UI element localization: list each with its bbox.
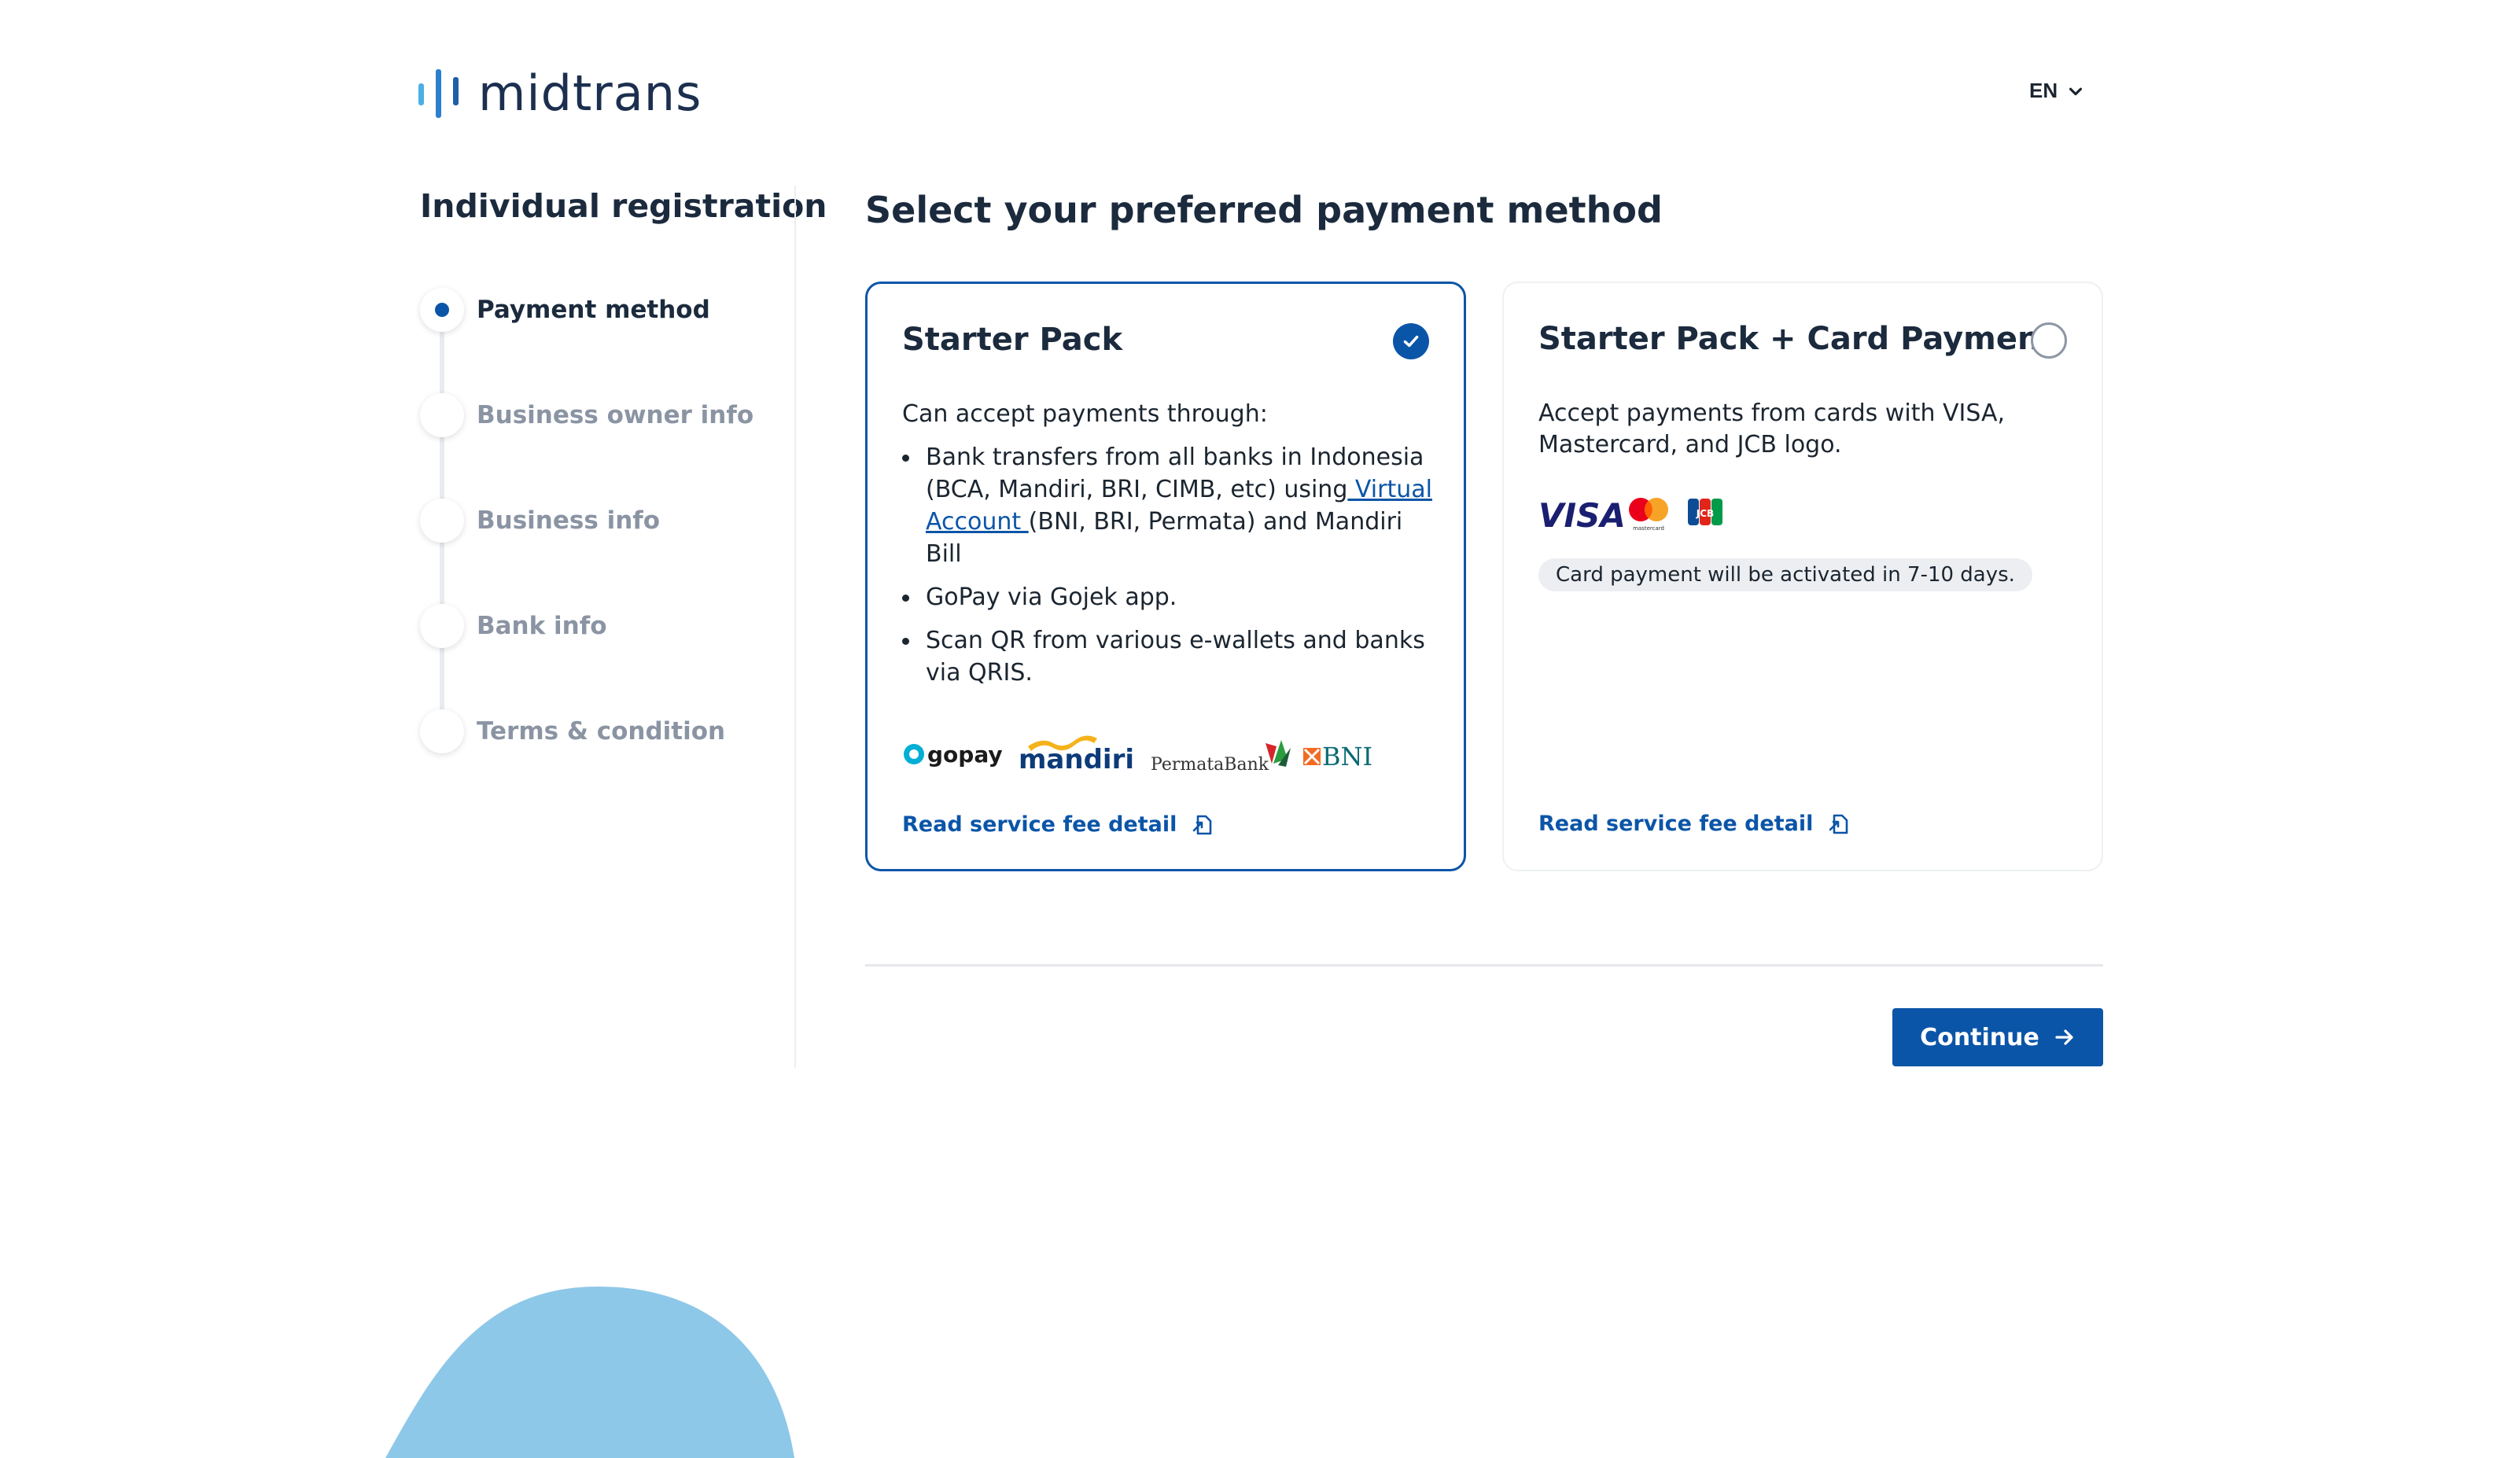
jcb-text: JCB [1696, 508, 1714, 519]
partner-logos-graphic: gopay mandiri PermataBank BNI [904, 735, 1372, 775]
card-brand-logos-graphic: VISA mastercard JCB [1538, 496, 1722, 535]
card-brand-logos: VISA mastercard JCB [1538, 494, 1735, 535]
payment-channels-list: Bank transfers from all banks in Indones… [902, 441, 1437, 700]
logo-text: midtrans [478, 64, 702, 122]
card-title: Starter Pack + Card Payment [1538, 321, 2055, 357]
step-payment-method[interactable]: Payment method [420, 288, 710, 332]
mastercard-caption: mastercard [1633, 525, 1664, 532]
step-indicator [420, 499, 464, 543]
gopay-text: gopay [927, 742, 1003, 768]
logo-bars-icon [418, 68, 459, 118]
chevron-down-icon [2069, 87, 2083, 95]
continue-label: Continue [1920, 1023, 2039, 1051]
starter-pack-radio[interactable] [1393, 323, 1429, 359]
step-label: Terms & condition [477, 717, 726, 746]
card-intro: Can accept payments through: [902, 400, 1268, 428]
permatabank-logo: PermataBank [1151, 740, 1291, 775]
sidebar-title: Individual registration [420, 187, 827, 225]
list-item: Scan QR from various e-wallets and banks… [902, 624, 1437, 689]
horizontal-divider [865, 964, 2103, 966]
gopay-logo: gopay [904, 742, 1003, 768]
list-item: Bank transfers from all banks in Indones… [902, 441, 1437, 570]
mandiri-text: mandiri [1019, 744, 1134, 775]
vertical-divider [794, 186, 796, 1068]
read-service-fee-link[interactable]: Read service fee detail [902, 812, 1214, 837]
arrow-right-icon [2055, 1029, 2073, 1045]
permata-text: PermataBank [1151, 755, 1269, 775]
bni-logo: BNI [1303, 742, 1372, 771]
page-title: Select your preferred payment method [865, 189, 1663, 231]
list-item: GoPay via Gojek app. [902, 581, 1437, 613]
step-terms-condition[interactable]: Terms & condition [420, 709, 725, 753]
decorative-blob [385, 1287, 794, 1458]
mandiri-logo: mandiri [1019, 735, 1134, 775]
step-label: Payment method [477, 296, 710, 324]
step-indicator [420, 709, 464, 753]
fee-link-label: Read service fee detail [902, 812, 1177, 837]
mastercard-logo: mastercard [1629, 498, 1668, 532]
partner-logos: gopay mandiri PermataBank BNI [902, 731, 1406, 778]
step-business-owner-info[interactable]: Business owner info [420, 393, 753, 437]
step-business-info[interactable]: Business info [420, 499, 660, 543]
starter-pack-card-payment-card[interactable]: Starter Pack + Card Payment Accept payme… [1502, 282, 2103, 871]
starter-pack-card[interactable]: Starter Pack Can accept payments through… [865, 282, 1466, 871]
step-label: Business info [477, 506, 661, 535]
check-icon [1403, 335, 1419, 348]
step-label: Bank info [477, 612, 607, 640]
continue-button[interactable]: Continue [1892, 1008, 2103, 1066]
external-document-icon [1193, 815, 1212, 834]
step-indicator [420, 393, 464, 437]
step-indicator-active [420, 288, 464, 332]
card-intro: Accept payments from cards with VISA, Ma… [1538, 399, 2006, 458]
bni-text: BNI [1322, 742, 1372, 771]
external-document-icon [1829, 814, 1848, 834]
step-indicator [420, 604, 464, 648]
card-title: Starter Pack [902, 322, 1123, 358]
card-payment-radio[interactable] [2031, 322, 2067, 359]
read-service-fee-link[interactable]: Read service fee detail [1538, 812, 1851, 836]
activation-notice-badge: Card payment will be activated in 7-10 d… [1538, 558, 2032, 591]
language-label: EN [2029, 79, 2058, 102]
fee-link-label: Read service fee detail [1538, 812, 1814, 836]
language-selector[interactable]: EN [2029, 79, 2084, 103]
midtrans-logo[interactable]: midtrans [418, 64, 702, 122]
visa-text: VISA [1538, 496, 1626, 535]
step-bank-info[interactable]: Bank info [420, 604, 607, 648]
jcb-logo: JCB [1688, 499, 1722, 525]
visa-logo: VISA [1538, 496, 1626, 535]
step-label: Business owner info [477, 401, 754, 429]
